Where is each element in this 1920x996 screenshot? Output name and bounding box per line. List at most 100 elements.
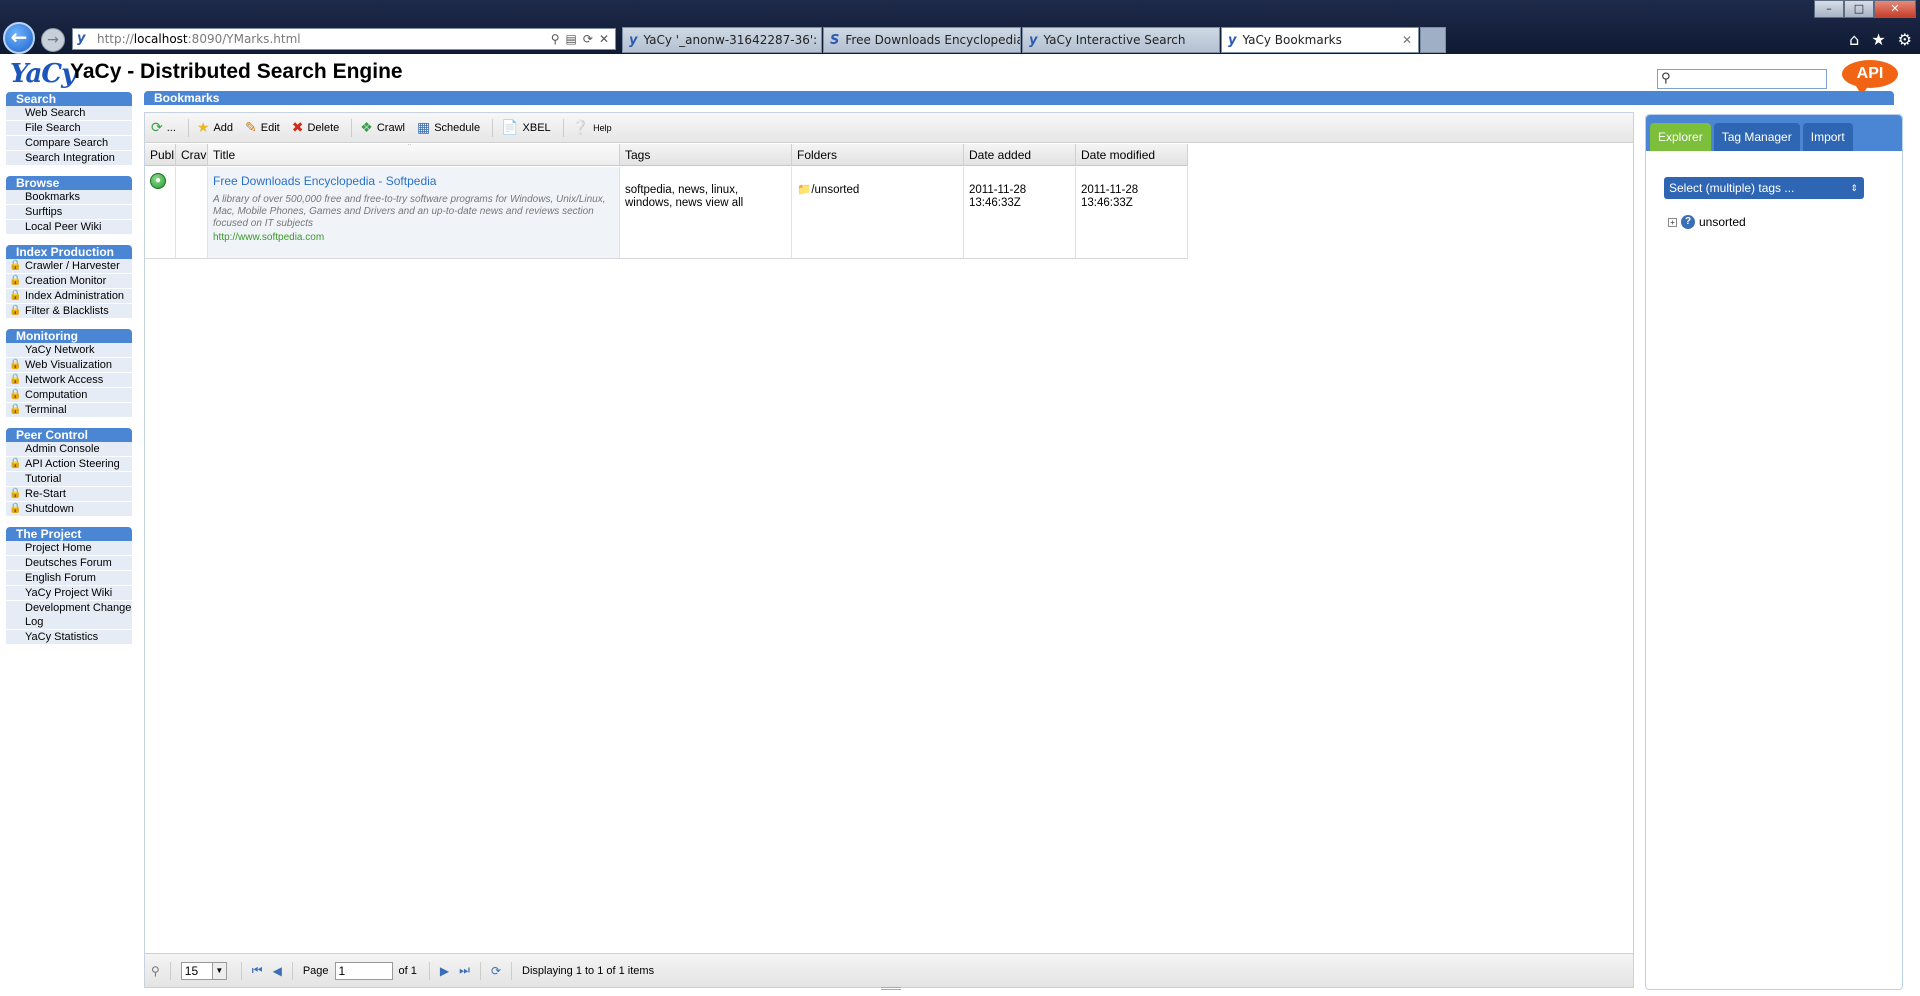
- xbel-button[interactable]: 📄 XBEL: [501, 119, 551, 136]
- browser-tab-bookmarks[interactable]: y YaCy Bookmarks ✕: [1221, 27, 1419, 53]
- col-header-date-modified[interactable]: Date modified: [1076, 144, 1188, 165]
- tab-tag-manager[interactable]: Tag Manager: [1713, 123, 1800, 151]
- sidebar-item-web-visualization[interactable]: 🔒 Web Visualization: [6, 358, 132, 373]
- col-header-title[interactable]: Title ˆ: [208, 144, 620, 165]
- search-icon[interactable]: ⚲: [151, 964, 160, 978]
- menu-group-monitoring: Monitoring YaCy Network 🔒 Web Visualizati…: [6, 329, 132, 418]
- search-icon[interactable]: ⚲: [551, 32, 560, 46]
- sidebar-item-index-administration[interactable]: 🔒 Index Administration: [6, 289, 132, 304]
- softpedia-favicon-icon: S: [830, 32, 840, 48]
- refresh-icon[interactable]: ⟳: [583, 32, 593, 46]
- pager-separator: [511, 961, 513, 980]
- sidebar-item-local-peer-wiki[interactable]: Local Peer Wiki: [6, 220, 132, 235]
- sidebar-item-web-search[interactable]: Web Search: [6, 106, 132, 121]
- sidebar-item-shutdown[interactable]: 🔒 Shutdown: [6, 502, 132, 517]
- tag-multiselect[interactable]: Select (multiple) tags ... ⇕: [1664, 177, 1864, 199]
- star-icon: ★: [196, 119, 210, 135]
- api-badge[interactable]: API: [1842, 60, 1898, 96]
- header-search-box[interactable]: ⚲: [1657, 69, 1827, 89]
- help-button[interactable]: ❔ Help: [572, 119, 612, 136]
- cell-crawl: [176, 167, 208, 258]
- schedule-button[interactable]: ▦ Schedule: [417, 119, 480, 136]
- prev-page-icon[interactable]: ◀: [273, 964, 282, 978]
- sidebar-item-api-action-steering[interactable]: 🔒 API Action Steering: [6, 457, 132, 472]
- tab-explorer[interactable]: Explorer: [1650, 123, 1711, 151]
- crawl-button[interactable]: ❖ Crawl: [360, 119, 405, 136]
- question-icon: ?: [1681, 215, 1695, 229]
- new-tab-button[interactable]: [1420, 27, 1446, 53]
- maximize-window-button[interactable]: □: [1844, 0, 1874, 18]
- home-icon[interactable]: ⌂: [1849, 30, 1859, 49]
- toolbar-separator: [351, 118, 353, 137]
- col-header-crawl[interactable]: Crav: [176, 144, 208, 165]
- sidebar-item-terminal[interactable]: 🔒 Terminal: [6, 403, 132, 418]
- back-button[interactable]: ←: [3, 22, 35, 54]
- add-button[interactable]: ★ Add: [197, 119, 233, 136]
- sidebar-item-bookmarks[interactable]: Bookmarks: [6, 190, 132, 205]
- resize-handle[interactable]: [881, 987, 901, 990]
- expand-plus-icon[interactable]: +: [1668, 217, 1677, 227]
- sidebar-item-crawler[interactable]: 🔒 Crawler / Harvester: [6, 259, 132, 274]
- close-tab-icon[interactable]: ✕: [1396, 33, 1412, 47]
- sidebar-item-computation[interactable]: 🔒 Computation: [6, 388, 132, 403]
- first-page-icon[interactable]: ⏮: [252, 963, 263, 978]
- delete-button[interactable]: ✖ Delete: [292, 119, 340, 136]
- favorites-star-icon[interactable]: ★: [1871, 30, 1885, 49]
- sidebar-item-change-log[interactable]: Development Change Log: [6, 601, 132, 630]
- crawl-icon: ❖: [360, 119, 373, 135]
- col-header-tags[interactable]: Tags: [620, 144, 792, 165]
- close-window-button[interactable]: ✕: [1874, 0, 1916, 18]
- address-bar[interactable]: y http://localhost:8090/YMarks.html ⚲ ▤ …: [72, 28, 616, 50]
- browser-tab-yacy-search[interactable]: y YaCy '_anonw-31642287-36': S...: [622, 27, 822, 53]
- stop-icon[interactable]: ✕: [599, 32, 609, 46]
- next-page-icon[interactable]: ▶: [440, 964, 449, 978]
- refresh-menu-button[interactable]: ⟳...: [151, 119, 176, 136]
- bookmark-title-link[interactable]: Free Downloads Encyclopedia - Softpedia: [213, 174, 614, 188]
- forward-button[interactable]: →: [41, 28, 65, 52]
- table-row[interactable]: ● Free Downloads Encyclopedia - Softpedi…: [145, 167, 1188, 259]
- sidebar-item-admin-console[interactable]: Admin Console: [6, 442, 132, 457]
- col-header-date-added[interactable]: Date added: [964, 144, 1076, 165]
- sidebar-item-deutsches-forum[interactable]: Deutsches Forum: [6, 556, 132, 571]
- sidebar-item-creation-monitor[interactable]: 🔒 Creation Monitor: [6, 274, 132, 289]
- tag-tree: + ? unsorted: [1668, 215, 1746, 229]
- toolbar-separator: [187, 118, 189, 137]
- sidebar-item-tutorial[interactable]: Tutorial: [6, 472, 132, 487]
- page-size-select[interactable]: 15 ▼: [180, 961, 227, 980]
- sidebar-item-yacy-network[interactable]: YaCy Network: [6, 343, 132, 358]
- bookmark-url-link[interactable]: http://www.softpedia.com: [213, 232, 614, 243]
- sidebar-item-english-forum[interactable]: English Forum: [6, 571, 132, 586]
- refresh-icon[interactable]: ⟳: [491, 964, 501, 978]
- yacy-logo[interactable]: YaCy: [10, 58, 76, 90]
- sidebar-item-surftips[interactable]: Surftips: [6, 205, 132, 220]
- public-globe-icon[interactable]: ●: [150, 173, 166, 189]
- sidebar-item-search-integration[interactable]: Search Integration: [6, 151, 132, 166]
- browser-tab-interactive-search[interactable]: y YaCy Interactive Search: [1022, 27, 1220, 53]
- header-search-input[interactable]: [1676, 71, 1824, 87]
- col-header-public[interactable]: Publ: [145, 144, 176, 165]
- tab-import[interactable]: Import: [1802, 123, 1853, 151]
- sidebar-item-filter-blacklists[interactable]: 🔒 Filter & Blacklists: [6, 304, 132, 319]
- gear-icon[interactable]: ⚙: [1898, 30, 1912, 49]
- sidebar-item-network-access[interactable]: 🔒 Network Access: [6, 373, 132, 388]
- sidebar-item-project-home[interactable]: Project Home: [6, 541, 132, 556]
- last-page-icon[interactable]: ⏭: [459, 963, 470, 978]
- browser-tab-softpedia[interactable]: S Free Downloads Encyclopedia ...: [823, 27, 1021, 53]
- sidebar-item-statistics[interactable]: YaCy Statistics: [6, 630, 132, 645]
- page-number-input[interactable]: [334, 961, 393, 980]
- minimize-window-button[interactable]: –: [1814, 0, 1844, 18]
- bookmark-folder: /unsorted: [811, 184, 860, 196]
- address-text[interactable]: http://localhost:8090/YMarks.html: [97, 32, 551, 46]
- sidebar-item-file-search[interactable]: File Search: [6, 121, 132, 136]
- bookmark-date-modified: 2011-11-28 13:46:33Z: [1081, 184, 1139, 209]
- toolbar-separator: [562, 118, 564, 137]
- pencil-icon: ✎: [245, 119, 257, 135]
- compat-view-icon[interactable]: ▤: [566, 32, 577, 46]
- sidebar-item-project-wiki[interactable]: YaCy Project Wiki: [6, 586, 132, 601]
- tree-node-unsorted[interactable]: unsorted: [1699, 215, 1746, 229]
- bookmark-description: A library of over 500,000 free and free-…: [213, 194, 606, 229]
- sidebar-item-compare-search[interactable]: Compare Search: [6, 136, 132, 151]
- edit-button[interactable]: ✎ Edit: [245, 119, 280, 136]
- sidebar-item-restart[interactable]: 🔒 Re-Start: [6, 487, 132, 502]
- col-header-folders[interactable]: Folders: [792, 144, 964, 165]
